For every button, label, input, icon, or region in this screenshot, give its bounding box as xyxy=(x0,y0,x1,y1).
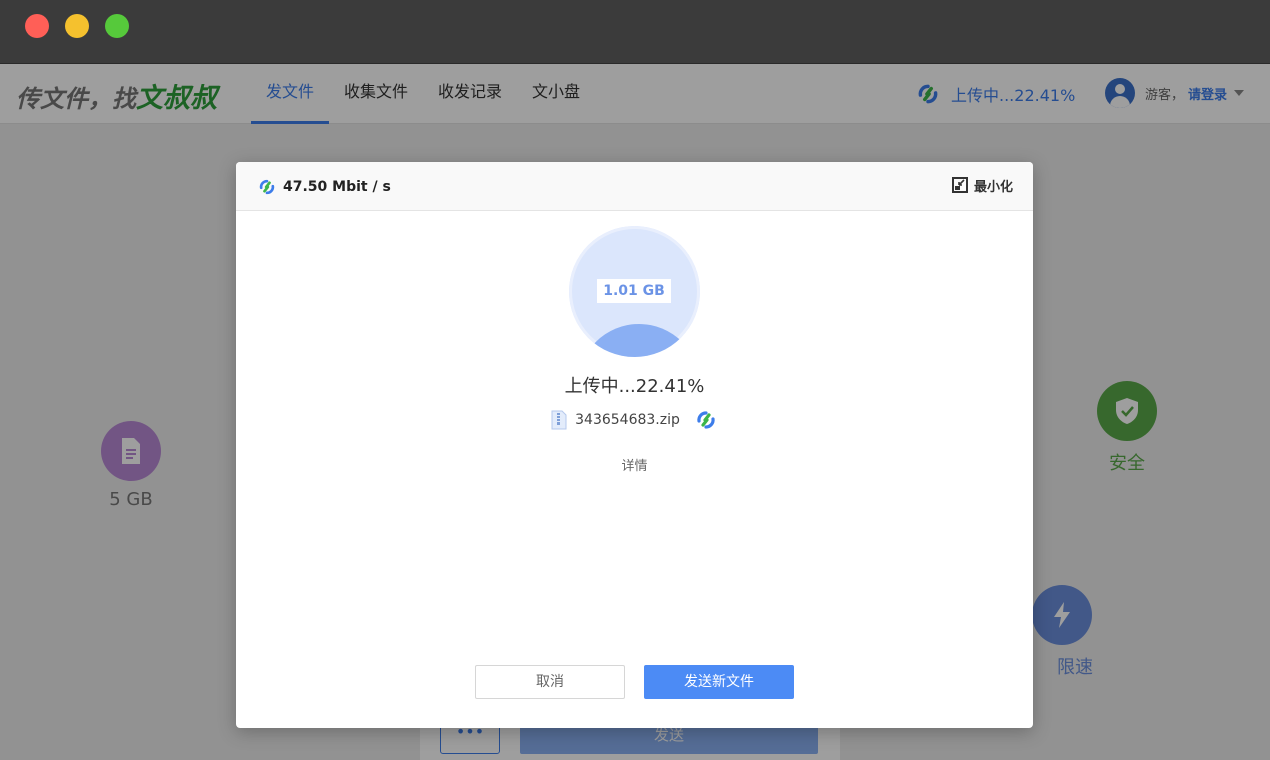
cancel-button[interactable]: 取消 xyxy=(475,665,625,699)
send-new-file-button[interactable]: 发送新文件 xyxy=(644,665,794,699)
total-size-badge: 1.01 GB xyxy=(597,279,671,303)
minimize-label: 最小化 xyxy=(973,179,1013,195)
upload-status-text: 上传中...22.41% xyxy=(564,376,705,397)
upload-progress-dialog: 47.50 Mbit / s 最小化 1.01 GB 上传中...22.41% xyxy=(236,162,1033,728)
transfer-speed-text: 47.50 Mbit / s xyxy=(283,179,391,195)
file-name: 343654683.zip xyxy=(575,412,680,428)
details-link[interactable]: 详情 xyxy=(236,455,1033,474)
minimize-dialog-button[interactable]: 最小化 xyxy=(951,174,1013,196)
minimize-window-button[interactable] xyxy=(65,14,89,38)
transfer-speed: 47.50 Mbit / s xyxy=(257,176,391,198)
minimize-icon xyxy=(951,177,968,193)
close-window-button[interactable] xyxy=(25,14,49,38)
transfer-spinner-icon xyxy=(259,179,275,195)
window-titlebar xyxy=(0,0,1270,64)
zip-file-icon xyxy=(551,410,567,430)
dialog-header: 47.50 Mbit / s 最小化 xyxy=(236,162,1033,211)
file-item: 343654683.zip xyxy=(236,408,1033,432)
zoom-window-button[interactable] xyxy=(105,14,129,38)
transfer-spinner-icon xyxy=(697,411,715,429)
